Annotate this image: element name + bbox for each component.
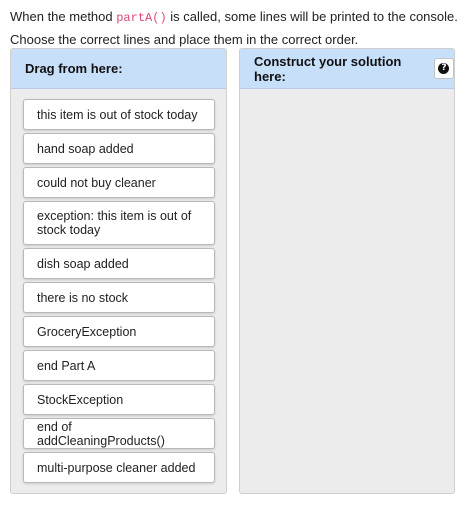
code-block-text: could not buy cleaner [37,175,156,190]
code-block-text: multi-purpose cleaner added [37,460,196,475]
code-block[interactable]: GroceryException [23,316,215,347]
code-block[interactable]: this item is out of stock today [23,99,215,130]
code-block-text: StockException [37,392,124,407]
code-block-text: there is no stock [37,290,129,305]
code-block-text: end of addCleaningProducts() [37,419,165,448]
code-block-text: hand soap added [37,141,134,156]
code-block[interactable]: exception: this item is out of stock tod… [23,201,215,245]
method-name: partA() [116,11,167,25]
code-block[interactable]: dish soap added [23,248,215,279]
solution-panel[interactable]: Construct your solution here: ? [239,48,455,494]
code-block[interactable]: multi-purpose cleaner added [23,452,215,483]
code-block[interactable]: hand soap added [23,133,215,164]
code-block-text: this item is out of stock today [37,107,198,122]
source-panel-header: Drag from here: [11,49,226,89]
source-panel[interactable]: Drag from here: this item is out of stoc… [10,48,227,494]
code-block-text: exception: this item is out of stock tod… [37,209,192,237]
code-block[interactable]: could not buy cleaner [23,167,215,198]
code-block[interactable]: end of addCleaningProducts() [23,418,215,449]
question-circle-icon: ? [438,63,450,74]
instructions-text: When the method partA() is called, some … [10,6,462,50]
code-block-text: end Part A [37,358,96,373]
source-panel-title: Drag from here: [25,61,123,76]
help-button[interactable]: ? [433,58,454,79]
code-block-text: GroceryException [37,324,137,339]
code-block[interactable]: end Part A [23,350,215,381]
solution-panel-title: Construct your solution here: [254,53,402,84]
code-block[interactable]: there is no stock [23,282,215,313]
code-block[interactable]: StockException [23,384,215,415]
solution-panel-header: Construct your solution here: ? [240,49,454,89]
code-block-text: dish soap added [37,256,129,271]
instructions-prefix: When the method [10,9,117,24]
